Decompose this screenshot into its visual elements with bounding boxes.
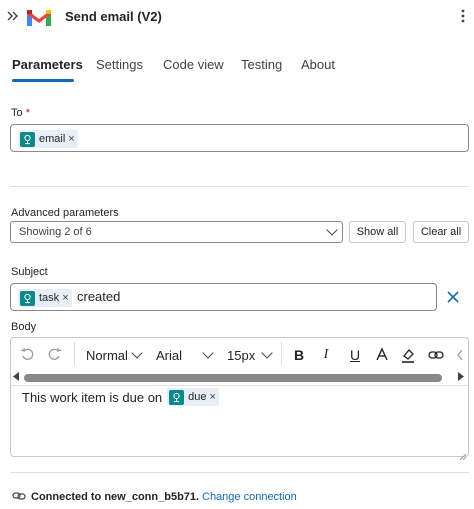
body-text: This work item is due on [22, 389, 163, 405]
email-token[interactable]: email × [18, 130, 78, 148]
due-token[interactable]: due × [167, 388, 219, 406]
font-color-icon [376, 347, 388, 361]
resize-grip-icon [459, 453, 467, 461]
tab-code-view[interactable]: Code view [163, 57, 224, 72]
dynamic-content-icon [20, 131, 35, 147]
token-remove-button[interactable]: × [62, 292, 68, 304]
double-chevron-right-icon [7, 11, 18, 21]
scroll-right-button[interactable] [457, 372, 464, 383]
body-content[interactable]: This work item is due on due × [22, 388, 219, 406]
footer-divider [10, 472, 469, 473]
undo-icon [20, 348, 34, 360]
tab-settings[interactable]: Settings [96, 57, 143, 72]
token-label: task [39, 292, 60, 304]
font-select[interactable]: Arial [156, 348, 182, 363]
gmail-logo-icon [26, 7, 52, 27]
link-button[interactable] [427, 347, 445, 363]
font-value: Arial [156, 348, 183, 363]
dynamic-content-icon [169, 389, 185, 405]
advanced-parameters-label: Advanced parameters [11, 207, 119, 219]
bold-button[interactable]: B [291, 347, 307, 363]
subject-field[interactable]: task × created [10, 283, 437, 311]
toolbar-divider [74, 342, 75, 366]
tab-parameters[interactable]: Parameters [12, 57, 83, 72]
undo-button[interactable] [20, 347, 34, 361]
code-button[interactable] [456, 347, 468, 363]
action-title: Send email (V2) [65, 9, 162, 24]
clear-all-button[interactable]: Clear all [413, 221, 469, 243]
highlight-button[interactable] [400, 347, 416, 363]
font-size-value: 15px [227, 348, 256, 363]
task-token[interactable]: task × [18, 289, 72, 307]
subject-clear-button[interactable] [446, 290, 460, 304]
redo-button[interactable] [48, 347, 62, 361]
collapse-panel-button[interactable] [6, 9, 20, 25]
link-icon [428, 351, 444, 359]
tab-about[interactable]: About [301, 57, 335, 72]
section-divider [10, 186, 469, 187]
token-label: due [188, 391, 207, 403]
token-label: email [39, 133, 66, 145]
more-options-button[interactable] [458, 8, 468, 26]
redo-icon [48, 348, 62, 360]
to-field[interactable]: email × [10, 124, 469, 152]
format-value: Normal [86, 348, 128, 363]
dynamic-content-icon [20, 290, 35, 306]
connection-icon [12, 490, 26, 502]
format-select[interactable]: Normal [86, 348, 128, 363]
italic-button[interactable]: I [318, 347, 334, 363]
show-all-button[interactable]: Show all [349, 221, 406, 243]
advanced-parameters-dropdown[interactable]: Showing 2 of 6 [10, 221, 343, 243]
token-remove-button[interactable]: × [68, 133, 74, 145]
subject-label: Subject [11, 266, 48, 278]
body-label: Body [11, 321, 37, 333]
code-icon [457, 349, 463, 361]
more-vertical-icon [461, 9, 465, 23]
highlight-icon [402, 349, 414, 363]
horizontal-scrollbar[interactable] [24, 374, 442, 382]
scroll-left-button[interactable] [13, 372, 20, 383]
subject-text: created [77, 289, 121, 304]
toolbar-divider [281, 342, 282, 366]
triangle-right-icon [458, 372, 464, 381]
close-icon [447, 291, 459, 303]
toolbar-separator [11, 385, 468, 386]
resize-handle[interactable] [459, 449, 467, 461]
active-tab-indicator [12, 79, 74, 82]
chevron-down-icon [326, 224, 338, 236]
to-label: To * [11, 107, 30, 119]
tab-testing[interactable]: Testing [241, 57, 282, 72]
required-mark: * [25, 107, 30, 119]
underline-button[interactable]: U [347, 347, 363, 363]
font-size-select[interactable]: 15px [227, 348, 255, 363]
font-color-button[interactable] [374, 347, 390, 363]
triangle-left-icon [13, 372, 19, 381]
connection-status: Connected to new_conn_b5b71. [31, 491, 200, 503]
dropdown-value: Showing 2 of 6 [19, 226, 92, 238]
change-connection-link[interactable]: Change connection [202, 491, 297, 503]
token-remove-button[interactable]: × [210, 391, 216, 403]
